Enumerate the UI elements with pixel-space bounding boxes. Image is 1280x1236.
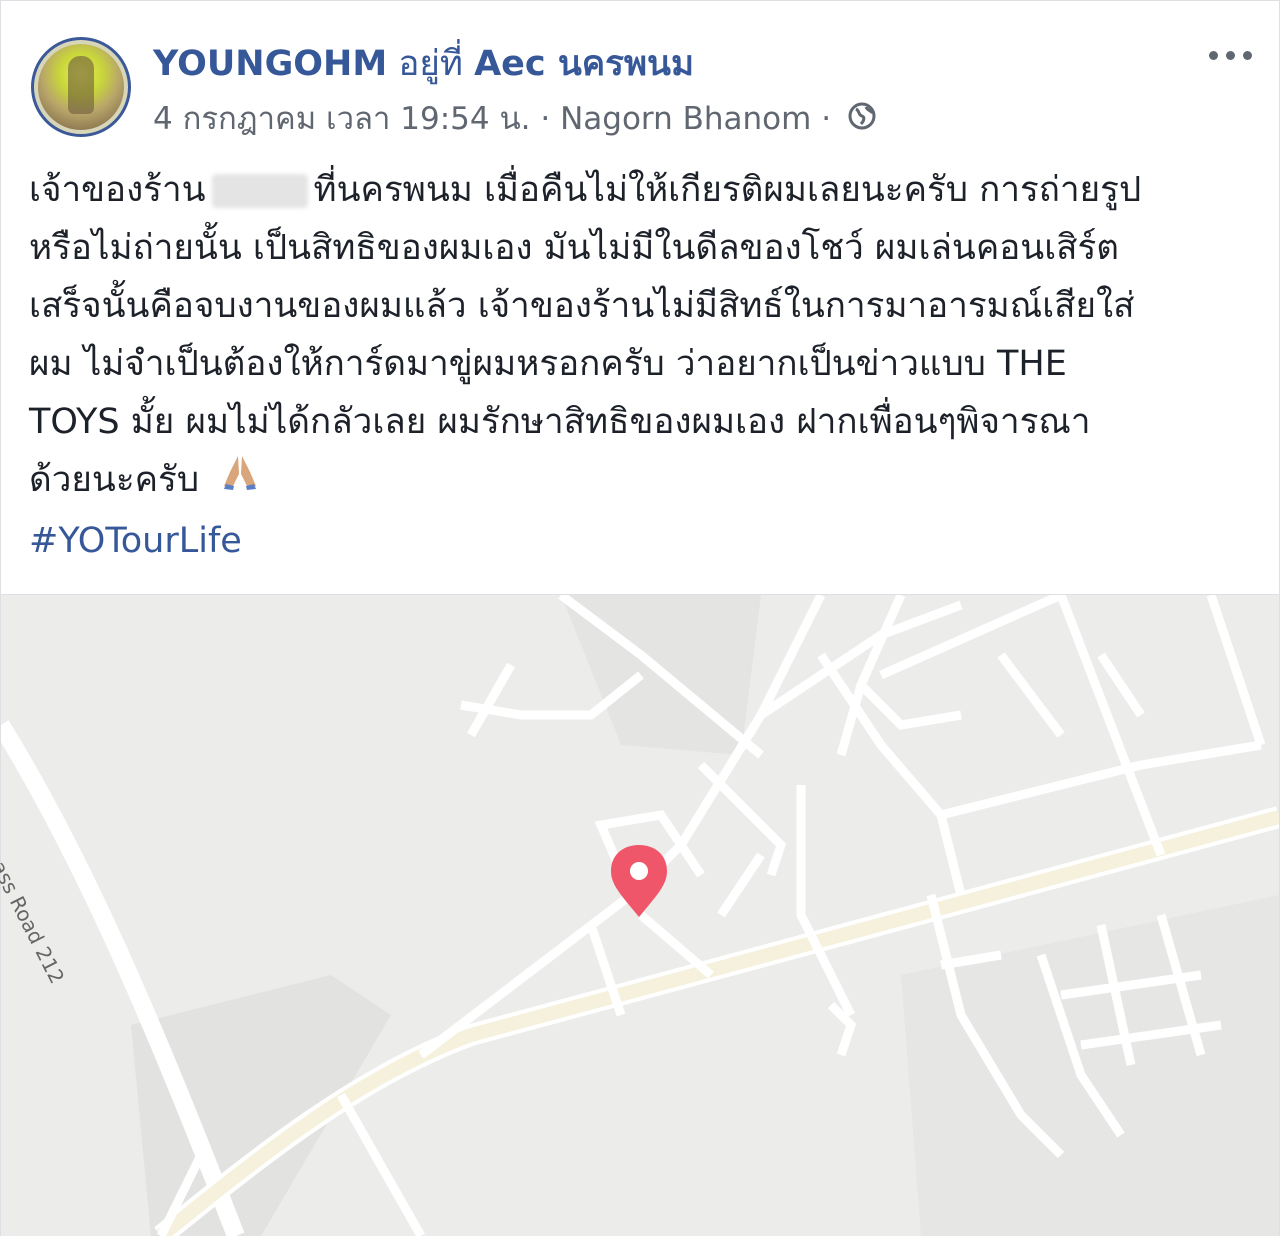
redacted-text xyxy=(211,174,308,208)
post-line: เสร็จนั้นคือจบงานของผมแล้ว เจ้าของร้านไม… xyxy=(29,286,1135,326)
more-options-icon[interactable] xyxy=(1209,47,1255,63)
post-line: หรือไม่ถ่ายนั้น เป็นสิทธิของผมเอง มันไม่… xyxy=(29,228,1120,268)
map-roads xyxy=(1,595,1279,1236)
location-prefix: อยู่ที่ xyxy=(398,44,463,84)
avatar-figure xyxy=(68,56,94,114)
post-body: เจ้าของร้าน ที่นครพนม เมื่อคืนไม่ให้เกียร… xyxy=(29,161,1259,509)
post-text: ด้วยนะครับ xyxy=(29,460,200,500)
post-timestamp[interactable]: 4 กรกฎาคม เวลา 19:54 น. xyxy=(153,101,531,137)
post-line: ผม ไม่จำเป็นต้องให้การ์ดมาขู่ผมหรอกครับ … xyxy=(29,344,1067,384)
meta-separator: · xyxy=(540,101,551,137)
post-line: TOYS มั้ย ผมไม่ได้กลัวเลย ผมรักษาสิทธิขอ… xyxy=(29,402,1091,442)
post-text: เจ้าของร้าน xyxy=(29,170,206,210)
post-meta: 4 กรกฎาคม เวลา 19:54 น. · Nagorn Bhanom … xyxy=(153,99,877,139)
location-link[interactable]: Aec นครพนม xyxy=(474,44,694,84)
post-line: เจ้าของร้าน ที่นครพนม เมื่อคืนไม่ให้เกียร… xyxy=(29,161,1259,219)
hashtag-link[interactable]: #YOTourLife xyxy=(29,513,242,569)
post-text: ที่นครพนม เมื่อคืนไม่ให้เกียรติผมเลยนะคร… xyxy=(313,170,1142,210)
author-name[interactable]: YOUNGOHM xyxy=(153,44,387,84)
place-link[interactable]: Nagorn Bhanom xyxy=(560,101,811,137)
avatar[interactable] xyxy=(31,37,131,137)
globe-icon[interactable] xyxy=(847,101,877,141)
post-header: YOUNGOHM อยู่ที่ Aec นครพนม xyxy=(153,41,694,87)
post-line: ด้วยนะครับ xyxy=(29,451,1259,509)
folded-hands-icon xyxy=(218,452,262,510)
post-card: YOUNGOHM อยู่ที่ Aec นครพนม 4 กรกฎาคม เว… xyxy=(0,0,1280,1236)
map-preview[interactable] xyxy=(1,594,1279,1236)
meta-separator: · xyxy=(821,101,832,137)
